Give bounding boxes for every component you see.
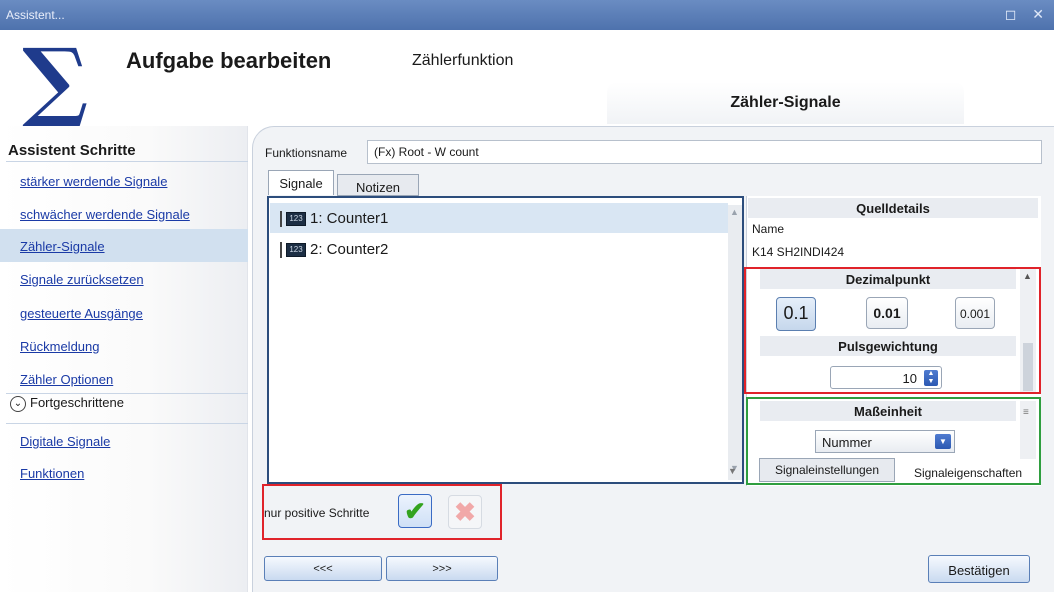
positive-steps-no-button[interactable]: ✖ xyxy=(448,495,482,529)
window-titlebar: Assistent... ◻ ✕ xyxy=(0,0,1054,30)
window-title: Assistent... xyxy=(6,8,65,22)
sidebar-title: Assistent Schritte xyxy=(8,142,136,159)
chevron-down-icon: ⌄ xyxy=(10,395,26,412)
name-value: K14 SH2INDI424 xyxy=(752,245,845,259)
sidebar-item-gesteuerte-ausgaenge[interactable]: gesteuerte Ausgänge xyxy=(0,296,248,329)
signal-list-item[interactable]: 123 2: Counter2 xyxy=(270,234,728,264)
page-title: Aufgabe bearbeiten xyxy=(126,48,332,73)
sidebar-item-zaehler-signale[interactable]: Zähler-Signale xyxy=(0,229,248,262)
source-details-header: Quelldetails xyxy=(748,198,1038,218)
sidebar-divider xyxy=(6,393,248,394)
advanced-label: Fortgeschrittene xyxy=(30,395,124,410)
highlight-box-unit xyxy=(746,397,1041,485)
signal-label: 1: Counter1 xyxy=(310,210,389,227)
highlight-box-decimal xyxy=(744,267,1041,394)
confirm-button[interactable]: Bestätigen xyxy=(928,555,1030,583)
sidebar-item-funktionen[interactable]: Funktionen xyxy=(0,456,248,489)
counter-icon: 123 xyxy=(286,243,306,258)
sidebar-item-zaehler-optionen[interactable]: Zähler Optionen xyxy=(0,362,248,395)
signal-label: 2: Counter2 xyxy=(310,241,389,258)
positive-steps-yes-button[interactable]: ✔ xyxy=(398,494,432,528)
close-icon: ✖ xyxy=(454,497,476,527)
sidebar-item-digitale-signale[interactable]: Digitale Signale xyxy=(0,424,248,457)
sidebar-item-schwaecher-werdende-signale[interactable]: schwächer werdende Signale xyxy=(0,197,248,230)
advanced-section-toggle[interactable]: ⌄ Fortgeschrittene xyxy=(10,395,124,423)
sidebar-item-signale-zuruecksetzen[interactable]: Signale zurücksetzen xyxy=(0,262,248,295)
tab-signale[interactable]: Signale xyxy=(268,170,334,195)
sigma-logo-icon: ∑ xyxy=(22,28,89,132)
scroll-down-icon[interactable]: ▼ xyxy=(728,466,737,476)
tab-notizen[interactable]: Notizen xyxy=(337,174,419,196)
scroll-up-icon: ▲ xyxy=(730,207,739,217)
drag-handle-icon xyxy=(280,242,282,259)
page-subtitle: Zählerfunktion xyxy=(412,52,514,69)
previous-button[interactable]: <<< xyxy=(264,556,382,581)
signal-list-item[interactable]: 123 1: Counter1 xyxy=(270,203,728,233)
checkmark-icon: ✔ xyxy=(404,496,426,526)
drag-handle-icon xyxy=(280,211,282,228)
counter-icon: 123 xyxy=(286,212,306,227)
name-label: Name xyxy=(752,222,785,236)
sidebar-item-staerker-werdende-signale[interactable]: stärker werdende Signale xyxy=(0,164,248,197)
function-name-input[interactable]: (Fx) Root - W count xyxy=(367,140,1042,164)
window-controls[interactable]: ◻ ✕ xyxy=(1005,6,1050,23)
sidebar-divider xyxy=(6,161,248,162)
function-name-label: Funktionsname xyxy=(265,146,348,160)
tab-zaehler-signale[interactable]: Zähler-Signale xyxy=(607,82,964,124)
positive-steps-label: nur positive Schritte xyxy=(264,506,370,520)
next-button[interactable]: >>> xyxy=(386,556,498,581)
signal-list-scrollbar[interactable]: ▲ ▼ xyxy=(728,205,742,480)
sidebar-item-rueckmeldung[interactable]: Rückmeldung xyxy=(0,329,248,362)
